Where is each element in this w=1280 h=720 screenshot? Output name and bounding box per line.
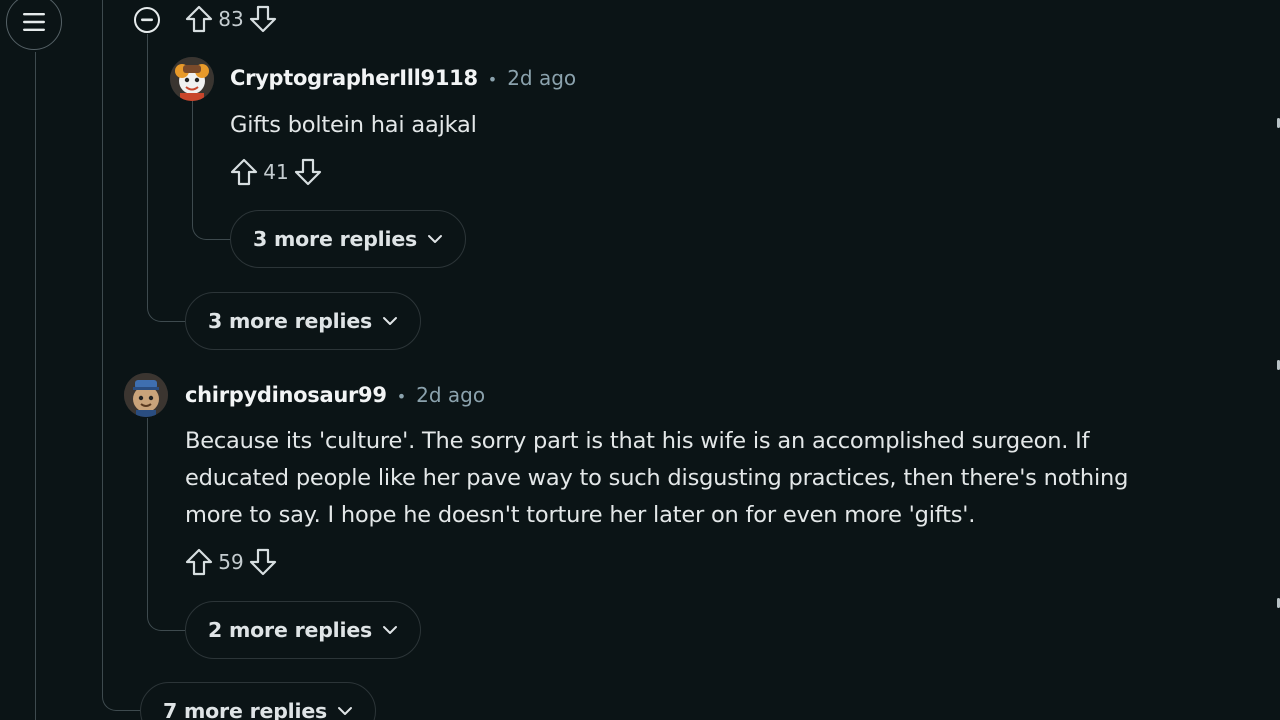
thread-line-level3[interactable] [192, 101, 233, 240]
upvote-icon [230, 158, 258, 186]
thread-line-level1[interactable] [102, 0, 143, 711]
avatar[interactable] [124, 373, 168, 417]
comment-vote-row: 59 [184, 547, 278, 577]
downvote-button[interactable] [248, 547, 278, 577]
avatar[interactable] [170, 57, 214, 101]
comment-author[interactable]: CryptographerIll9118 [230, 66, 478, 90]
downvote-icon [294, 158, 322, 186]
comment-meta: chirpydinosaur99 • 2d ago [185, 383, 485, 407]
comment-body: Gifts boltein hai aajkal [230, 112, 477, 138]
vote-count: 83 [218, 7, 244, 31]
chevron-down-icon [383, 626, 398, 634]
more-replies-label: 2 more replies [208, 618, 373, 642]
upvote-button[interactable] [184, 4, 214, 34]
comment-timestamp[interactable]: 2d ago [416, 383, 485, 407]
downvote-icon [249, 548, 277, 576]
snoo-avatar-icon [124, 373, 168, 417]
comment-vote-row: 41 [229, 157, 323, 187]
more-replies-button[interactable]: 7 more replies [140, 682, 377, 720]
top-vote-row: 83 [184, 4, 278, 34]
comment-timestamp[interactable]: 2d ago [507, 66, 576, 90]
comment-body: Because its 'culture'. The sorry part is… [185, 428, 1129, 528]
upvote-button[interactable] [229, 157, 259, 187]
menu-button[interactable] [6, 0, 62, 50]
more-replies-label: 3 more replies [253, 227, 418, 251]
upvote-button[interactable] [184, 547, 214, 577]
downvote-button[interactable] [248, 4, 278, 34]
vote-count: 41 [263, 160, 289, 184]
upvote-icon [185, 5, 213, 33]
comment-author[interactable]: chirpydinosaur99 [185, 383, 387, 407]
more-replies-button[interactable]: 3 more replies [230, 210, 467, 268]
chevron-down-icon [383, 317, 398, 325]
more-replies-label: 7 more replies [163, 699, 328, 720]
downvote-button[interactable] [293, 157, 323, 187]
thread-line-outer[interactable] [35, 52, 36, 720]
minus-circle-icon [141, 18, 153, 22]
vote-count: 59 [218, 550, 244, 574]
hamburger-icon [23, 13, 45, 31]
meta-separator: • [396, 387, 407, 406]
chevron-down-icon [428, 235, 443, 243]
more-replies-label: 3 more replies [208, 309, 373, 333]
collapse-thread-button[interactable] [134, 7, 160, 33]
more-replies-button[interactable]: 2 more replies [185, 601, 422, 659]
thread-line-level2b[interactable] [147, 418, 188, 631]
meta-separator: • [487, 70, 498, 89]
snoo-avatar-icon [170, 57, 214, 101]
downvote-icon [249, 5, 277, 33]
more-replies-button[interactable]: 3 more replies [185, 292, 422, 350]
upvote-icon [185, 548, 213, 576]
chevron-down-icon [338, 707, 353, 715]
comment-thread-view: 83 CryptographerIll9118 • 2d ago Gifts b… [0, 0, 1280, 720]
comment-meta: CryptographerIll9118 • 2d ago [230, 66, 576, 90]
